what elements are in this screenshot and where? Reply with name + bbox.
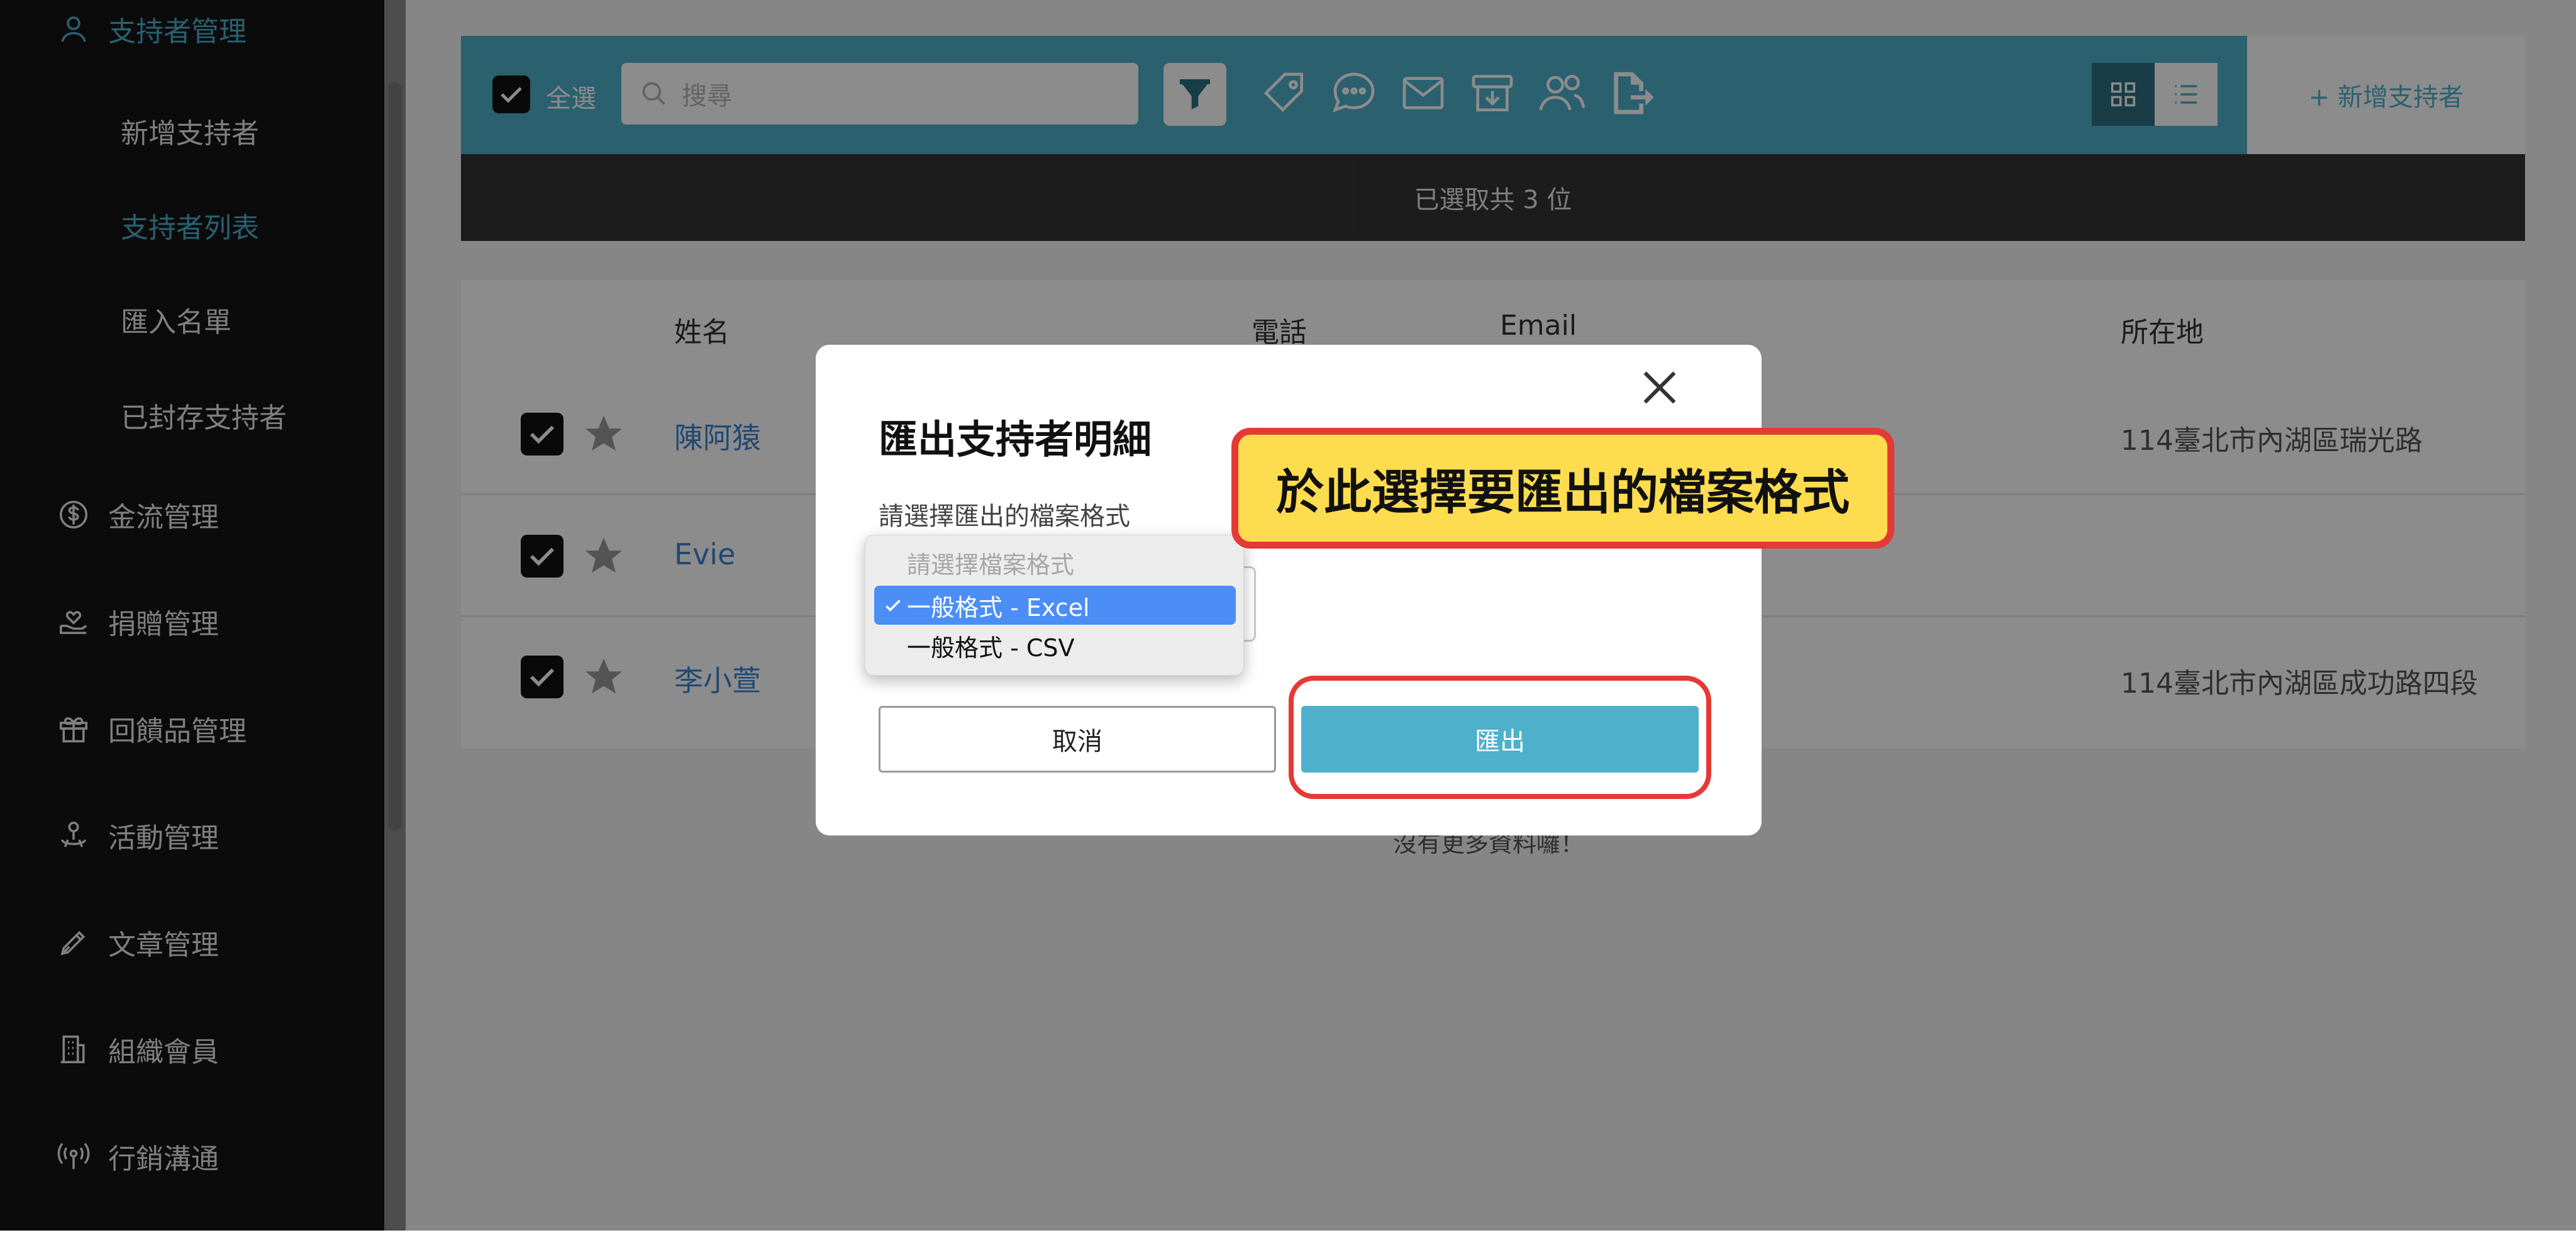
format-label: 請選擇匯出的檔案格式 (879, 502, 1130, 531)
instruction-callout: 於此選擇要匯出的檔案格式 (1231, 428, 1894, 549)
format-dropdown-menu: 請選擇檔案格式 一般格式 - Excel 一般格式 - CSV (865, 535, 1244, 676)
close-icon[interactable] (1635, 362, 1685, 413)
export-button-highlight (1289, 676, 1711, 799)
checkmark-icon (886, 600, 901, 612)
app-window: 支持者管理 新增支持者 支持者列表 匯入名單 已封存支持者 金流管理 捐贈管理 … (0, 0, 2576, 1231)
dropdown-option-csv[interactable]: 一般格式 - CSV (874, 626, 1236, 665)
dropdown-option-excel[interactable]: 一般格式 - Excel (874, 586, 1236, 625)
option-label: 請選擇檔案格式 (907, 550, 1075, 579)
option-label: 一般格式 - Excel (907, 593, 1090, 622)
option-label: 一般格式 - CSV (907, 634, 1075, 662)
modal-title: 匯出支持者明細 (879, 416, 1152, 462)
dropdown-option-placeholder: 請選擇檔案格式 (874, 543, 1236, 582)
cancel-button[interactable]: 取消 (879, 706, 1276, 773)
